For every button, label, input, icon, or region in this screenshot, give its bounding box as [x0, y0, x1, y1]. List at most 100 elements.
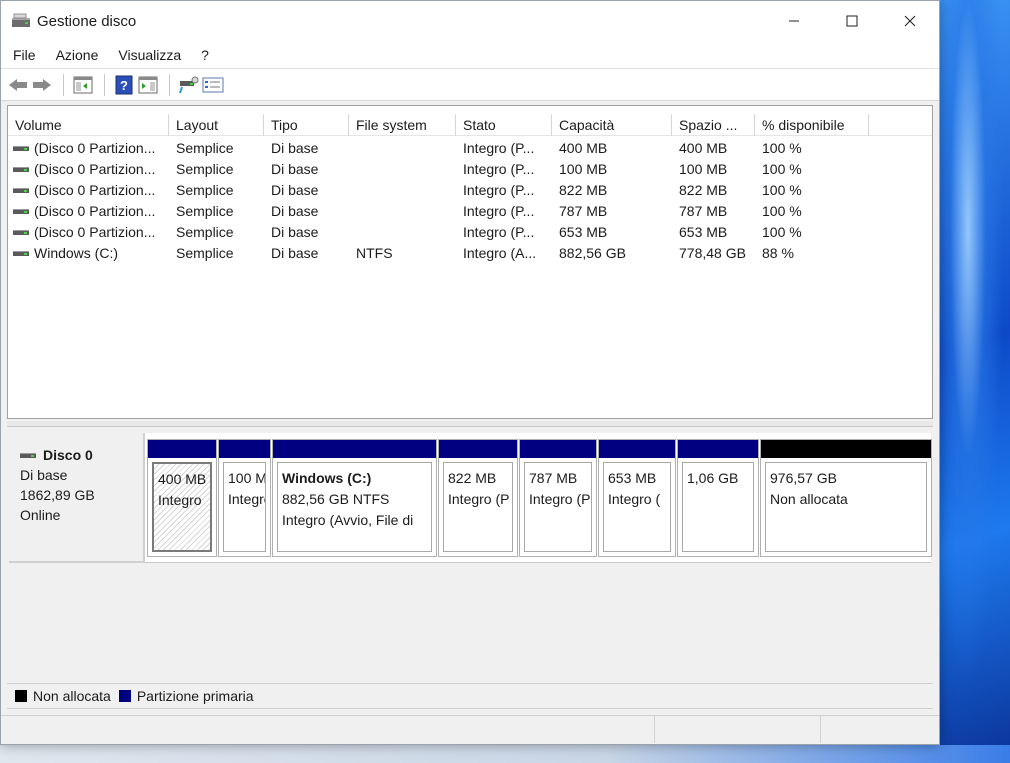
maximize-button[interactable] — [823, 1, 881, 41]
connect-button[interactable] — [178, 74, 200, 96]
desktop-background — [940, 0, 1010, 763]
cell-file-system — [349, 180, 456, 201]
cell-capacita: 400 MB — [559, 140, 608, 156]
properties-icon — [202, 77, 224, 92]
partition-line2: Integro (Avvio, File di — [282, 512, 414, 528]
column-header-spazio[interactable]: Spazio ... — [672, 114, 755, 136]
column-header-stato[interactable]: Stato — [456, 114, 552, 136]
minimize-icon — [789, 20, 799, 22]
volume-name: Windows (C:) — [34, 245, 119, 261]
cell-percent: 88 % — [762, 245, 794, 261]
table-row[interactable]: (Disco 0 Partizion... Semplice Di base Inte… — [8, 180, 932, 201]
partition-type-band — [219, 440, 270, 458]
table-row[interactable]: (Disco 0 Partizion... Semplice Di base Inte… — [8, 201, 932, 222]
cell-volume: Windows (C:) — [8, 243, 169, 264]
menu-visualizza[interactable]: Visualizza — [118, 47, 181, 63]
partition-type-band — [273, 440, 436, 458]
list-header: Volume Layout Tipo File system Stato Cap… — [8, 114, 932, 136]
disk-management-window: Gestione disco File Azione Visualizza ? … — [0, 0, 940, 745]
help-button[interactable]: ? — [113, 74, 135, 96]
volume-icon — [13, 251, 29, 256]
partition-3[interactable]: 822 MB Integro (P — [438, 439, 518, 557]
table-row[interactable]: Windows (C:) Semplice Di base NTFS Integro (… — [8, 243, 932, 264]
partition-body: 653 MB Integro ( — [603, 462, 671, 552]
legend-swatch — [15, 690, 27, 702]
cell-file-system — [349, 138, 456, 159]
cell-stato: Integro (P... — [463, 224, 535, 240]
cell-tipo: Di base — [271, 161, 319, 177]
cell-tipo: Di base — [271, 140, 319, 156]
minimize-button[interactable] — [765, 1, 823, 41]
disk-status: Online — [20, 507, 61, 523]
partition-body: 976,57 GB Non allocata — [765, 462, 927, 552]
status-cell — [821, 716, 939, 743]
cell-file-system — [349, 159, 456, 180]
partition-type-band — [148, 440, 216, 458]
column-header-percent[interactable]: % disponibile — [755, 114, 869, 136]
help-icon: ? — [115, 75, 133, 94]
close-button[interactable] — [881, 1, 939, 41]
cell-spazio: 653 MB — [679, 224, 728, 240]
toolbar-separator — [104, 73, 105, 96]
menu-help[interactable]: ? — [201, 47, 209, 63]
title-bar[interactable]: Gestione disco — [1, 1, 939, 41]
disk-icon — [20, 452, 36, 458]
menu-azione[interactable]: Azione — [56, 47, 99, 63]
legend-item-primary: Partizione primaria — [118, 688, 254, 704]
column-header-file-system[interactable]: File system — [349, 114, 456, 136]
status-cell — [655, 716, 821, 743]
disk-0-label[interactable]: Disco 0 Di base 1862,89 GB Online — [9, 433, 145, 563]
partition-body: 822 MB Integro (P — [443, 462, 513, 552]
action-pane-button[interactable] — [137, 74, 159, 96]
table-row[interactable]: (Disco 0 Partizion... Semplice Di base Inte… — [8, 138, 932, 159]
status-bar — [1, 715, 939, 743]
table-row[interactable]: (Disco 0 Partizion... Semplice Di base Inte… — [8, 159, 932, 180]
cell-spazio: 787 MB — [679, 203, 728, 219]
column-header-layout[interactable]: Layout — [169, 114, 264, 136]
cell-stato: Integro (A... — [463, 245, 537, 261]
cell-tipo: Di base — [271, 224, 319, 240]
cell-stato: Integro (P... — [463, 161, 535, 177]
volume-list-view[interactable]: Volume Layout Tipo File system Stato Cap… — [7, 105, 933, 419]
partition-7[interactable]: 976,57 GB Non allocata — [760, 439, 932, 557]
cell-file-system: NTFS — [356, 245, 393, 261]
column-header-capacita[interactable]: Capacità — [552, 114, 672, 136]
toolbar-separator — [63, 73, 64, 96]
status-cell — [1, 716, 655, 743]
cell-volume: (Disco 0 Partizion... — [8, 159, 169, 180]
partition-body: 1,06 GB — [682, 462, 754, 552]
forward-button[interactable] — [31, 74, 53, 96]
partition-line1: 787 MB — [529, 470, 578, 486]
volume-name: (Disco 0 Partizion... — [34, 161, 156, 177]
back-icon — [9, 78, 27, 91]
disk-name: Disco 0 — [43, 447, 93, 463]
back-button[interactable] — [7, 74, 29, 96]
column-header-tipo[interactable]: Tipo — [264, 114, 349, 136]
column-header-volume[interactable]: Volume — [8, 114, 169, 136]
volume-name: (Disco 0 Partizion... — [34, 224, 156, 240]
cell-percent: 100 % — [762, 161, 802, 177]
console-tree-button[interactable] — [72, 74, 94, 96]
properties-button[interactable] — [202, 74, 224, 96]
forward-icon — [33, 78, 51, 91]
cell-volume: (Disco 0 Partizion... — [8, 201, 169, 222]
cell-layout: Semplice — [176, 140, 234, 156]
cell-layout: Semplice — [176, 224, 234, 240]
partition-1[interactable]: 100 MB Integro — [218, 439, 271, 557]
partition-4[interactable]: 787 MB Integro (P — [519, 439, 597, 557]
partition-2[interactable]: Windows (C:) 882,56 GB NTFS Integro (Avvio… — [272, 439, 437, 557]
partition-0[interactable]: 400 MB Integro — [147, 439, 217, 557]
volume-icon — [13, 230, 29, 235]
disk-0-row: Disco 0 Di base 1862,89 GB Online 400 MB… — [9, 433, 932, 563]
partition-line1: 882,56 GB NTFS — [282, 491, 390, 507]
volume-icon — [13, 188, 29, 193]
cell-stato: Integro (P... — [463, 182, 535, 198]
partition-5[interactable]: 653 MB Integro ( — [598, 439, 676, 557]
cell-tipo: Di base — [271, 203, 319, 219]
partition-type-band — [439, 440, 517, 458]
partition-6[interactable]: 1,06 GB — [677, 439, 759, 557]
table-row[interactable]: (Disco 0 Partizion... Semplice Di base Inte… — [8, 222, 932, 243]
menu-file[interactable]: File — [13, 47, 36, 63]
action-pane-icon — [138, 76, 158, 93]
legend-label: Partizione primaria — [136, 688, 254, 704]
